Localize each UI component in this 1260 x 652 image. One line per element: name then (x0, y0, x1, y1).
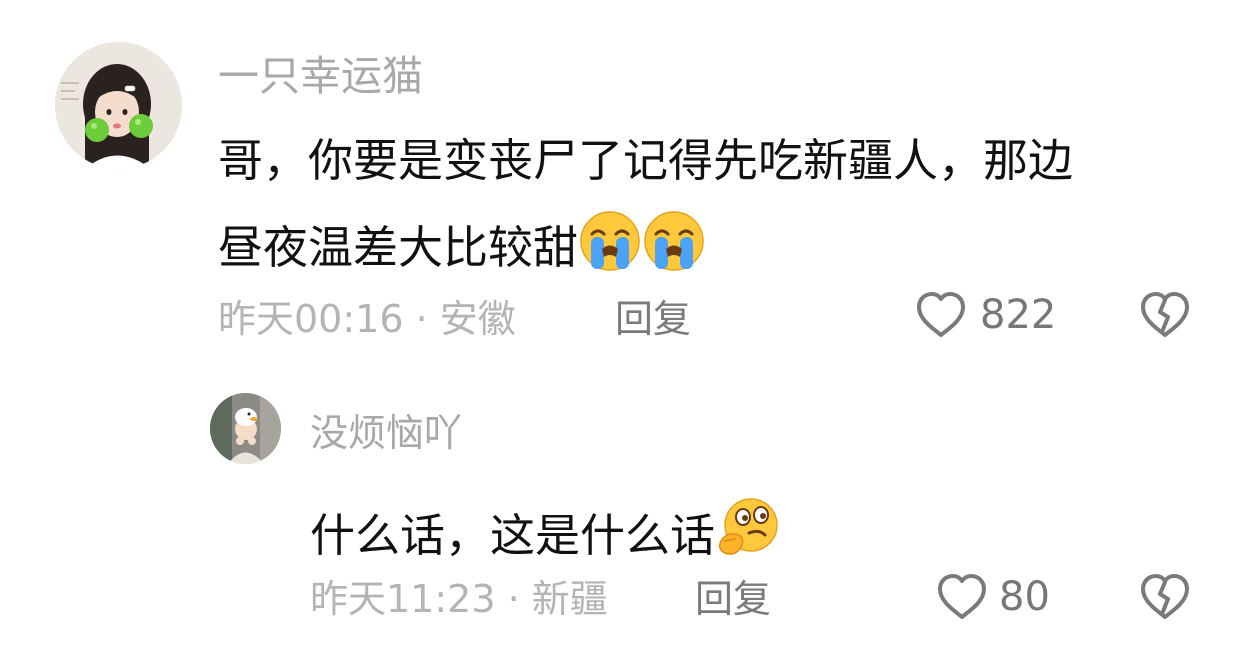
comment-text: 什么话，这是什么话 (310, 509, 716, 562)
comment-time-location: 昨天11:23 · 新疆 (310, 577, 608, 621)
like-button[interactable]: 822 (914, 290, 1056, 340)
comment-time-location: 昨天00:16 · 安徽 (218, 297, 516, 341)
heart-icon (938, 574, 986, 619)
reply-button[interactable]: 回复 (695, 580, 771, 618)
reply-button[interactable]: 回复 (615, 300, 691, 338)
dislike-button[interactable] (1138, 572, 1192, 626)
girl-holding-green-apples-avatar (55, 42, 182, 169)
loudly-crying-face-emoji (642, 209, 706, 280)
like-count: 822 (980, 292, 1057, 338)
comment-text-line-1: 什么话，这是什么话 (310, 495, 781, 568)
username[interactable]: 一只幸运猫 (218, 56, 423, 97)
comment-text-line-2: 昼夜温差大比较甜 (218, 209, 706, 280)
user-avatar[interactable] (55, 42, 182, 169)
thinking-face-emoji (715, 495, 781, 568)
like-button[interactable]: 80 (935, 572, 1050, 622)
comment-thread: 一只幸运猫 哥，你要是变丧尸了记得先吃新疆人，那边 昼夜温差大比较甜 昨天00:… (0, 0, 1260, 652)
comment-text: 昼夜温差大比较甜 (218, 221, 579, 274)
loudly-crying-face-emoji (578, 209, 642, 280)
dislike-button[interactable] (1138, 290, 1192, 344)
broken-heart-icon (1141, 292, 1189, 337)
comment-text-line-1: 哥，你要是变丧尸了记得先吃新疆人，那边 (218, 134, 1074, 187)
username[interactable]: 没烦恼吖 (310, 414, 462, 452)
broken-heart-icon (1141, 574, 1189, 619)
person-with-duck-hat-avatar (210, 393, 281, 464)
user-avatar[interactable] (210, 393, 281, 464)
like-count: 80 (999, 574, 1050, 620)
heart-icon (917, 292, 965, 337)
